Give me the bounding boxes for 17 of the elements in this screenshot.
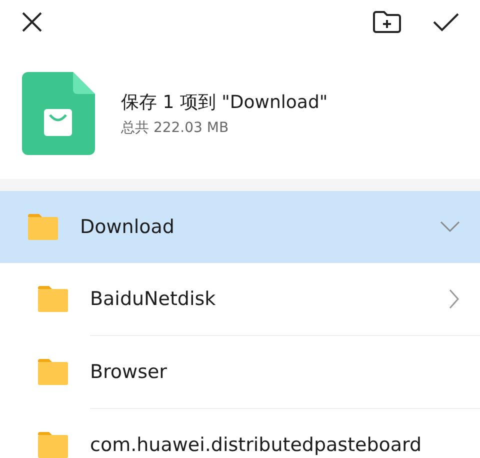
confirm-button[interactable] <box>432 11 460 33</box>
save-title: 保存 1 项到 "Download" <box>121 91 328 114</box>
folder-row[interactable]: Download <box>0 191 480 263</box>
folder-icon <box>38 286 68 312</box>
folder-name: com.huawei.distributedpasteboard <box>90 434 423 456</box>
new-folder-button[interactable] <box>372 10 402 34</box>
folder-icon <box>38 432 68 458</box>
folder-icon <box>38 359 68 385</box>
file-icon <box>22 72 95 155</box>
folder-name: Download <box>80 216 176 238</box>
chevron-down-icon[interactable] <box>440 221 460 233</box>
folder-name: Browser <box>90 361 168 383</box>
folder-icon <box>28 214 58 240</box>
chevron-right-icon[interactable] <box>448 289 460 309</box>
folder-name: BaiduNetdisk <box>90 288 217 310</box>
total-size: 总共 222.03 MB <box>121 119 230 137</box>
close-button[interactable] <box>20 10 44 34</box>
